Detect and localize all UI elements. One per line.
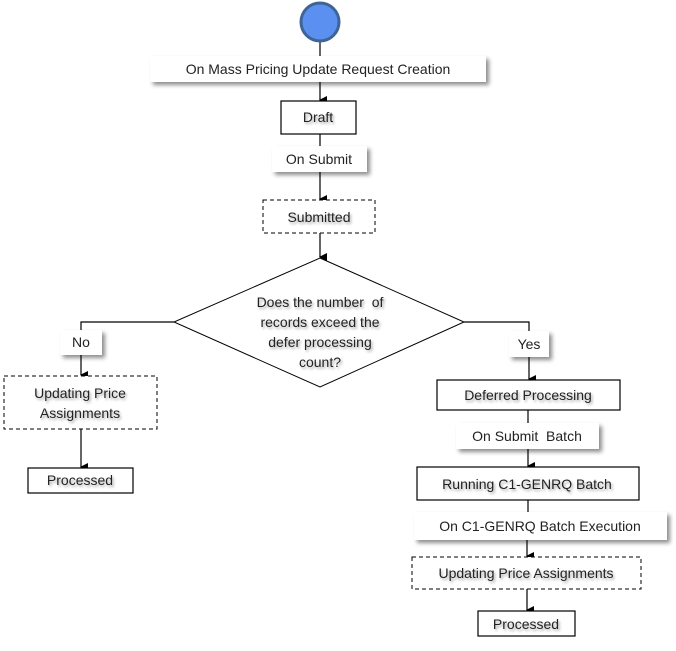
transition-on-creation-text: On Mass Pricing Update Request Creation: [186, 61, 451, 77]
edge-decision-to-no: [80, 321, 174, 330]
state-left-updating-price-assignments: Updating Price Assignments: [3, 375, 158, 430]
state-draft: Draft: [280, 100, 357, 135]
decision-defer-count: Does the number of records exceed the de…: [172, 257, 466, 388]
state-right-updating-price-assignments: Updating Price Assignments: [411, 556, 642, 590]
transition-on-submit-text: On Submit: [286, 151, 352, 167]
branch-label-no-text: No: [72, 334, 90, 350]
start-node: [299, 1, 341, 43]
decision-line-1: Does the number of: [257, 294, 384, 310]
transition-on-batch-execution-text: On C1-GENRQ Batch Execution: [439, 518, 641, 534]
transition-on-submit: On Submit: [272, 146, 367, 172]
state-deferred-processing: Deferred Processing: [436, 379, 621, 411]
decision-line-2: records exceed the: [260, 314, 379, 330]
state-submitted: Submitted: [262, 199, 376, 234]
state-left-processed-text: Processed: [47, 472, 113, 488]
state-right-processed: Processed: [477, 610, 576, 637]
decision-line-3: defer processing: [268, 334, 372, 350]
state-running-c1-genrq-batch: Running C1-GENRQ Batch: [416, 466, 640, 501]
state-submitted-text: Submitted: [287, 209, 350, 225]
edge-decision-to-yes: [464, 321, 530, 331]
state-left-processed: Processed: [27, 467, 134, 494]
transition-on-creation: On Mass Pricing Update Request Creation: [150, 56, 486, 82]
state-draft-text: Draft: [303, 109, 333, 125]
flowchart-diagram: On Mass Pricing Update Request Creation …: [3, 1, 667, 637]
branch-label-yes-text: Yes: [518, 336, 541, 352]
left-updating-line-1: Updating Price: [34, 385, 126, 401]
branch-label-no: No: [60, 330, 102, 355]
state-running-batch-text: Running C1-GENRQ Batch: [442, 476, 612, 492]
state-right-updating-text: Updating Price Assignments: [438, 565, 613, 581]
branch-label-yes: Yes: [509, 331, 549, 357]
transition-on-submit-batch-text: On Submit Batch: [472, 428, 582, 444]
transition-on-submit-batch: On Submit Batch: [456, 423, 599, 449]
decision-line-4: count?: [299, 354, 341, 370]
transition-on-batch-execution: On C1-GENRQ Batch Execution: [414, 512, 667, 540]
state-right-processed-text: Processed: [493, 616, 559, 632]
state-deferred-processing-text: Deferred Processing: [464, 387, 592, 403]
left-updating-line-2: Assignments: [40, 405, 120, 421]
